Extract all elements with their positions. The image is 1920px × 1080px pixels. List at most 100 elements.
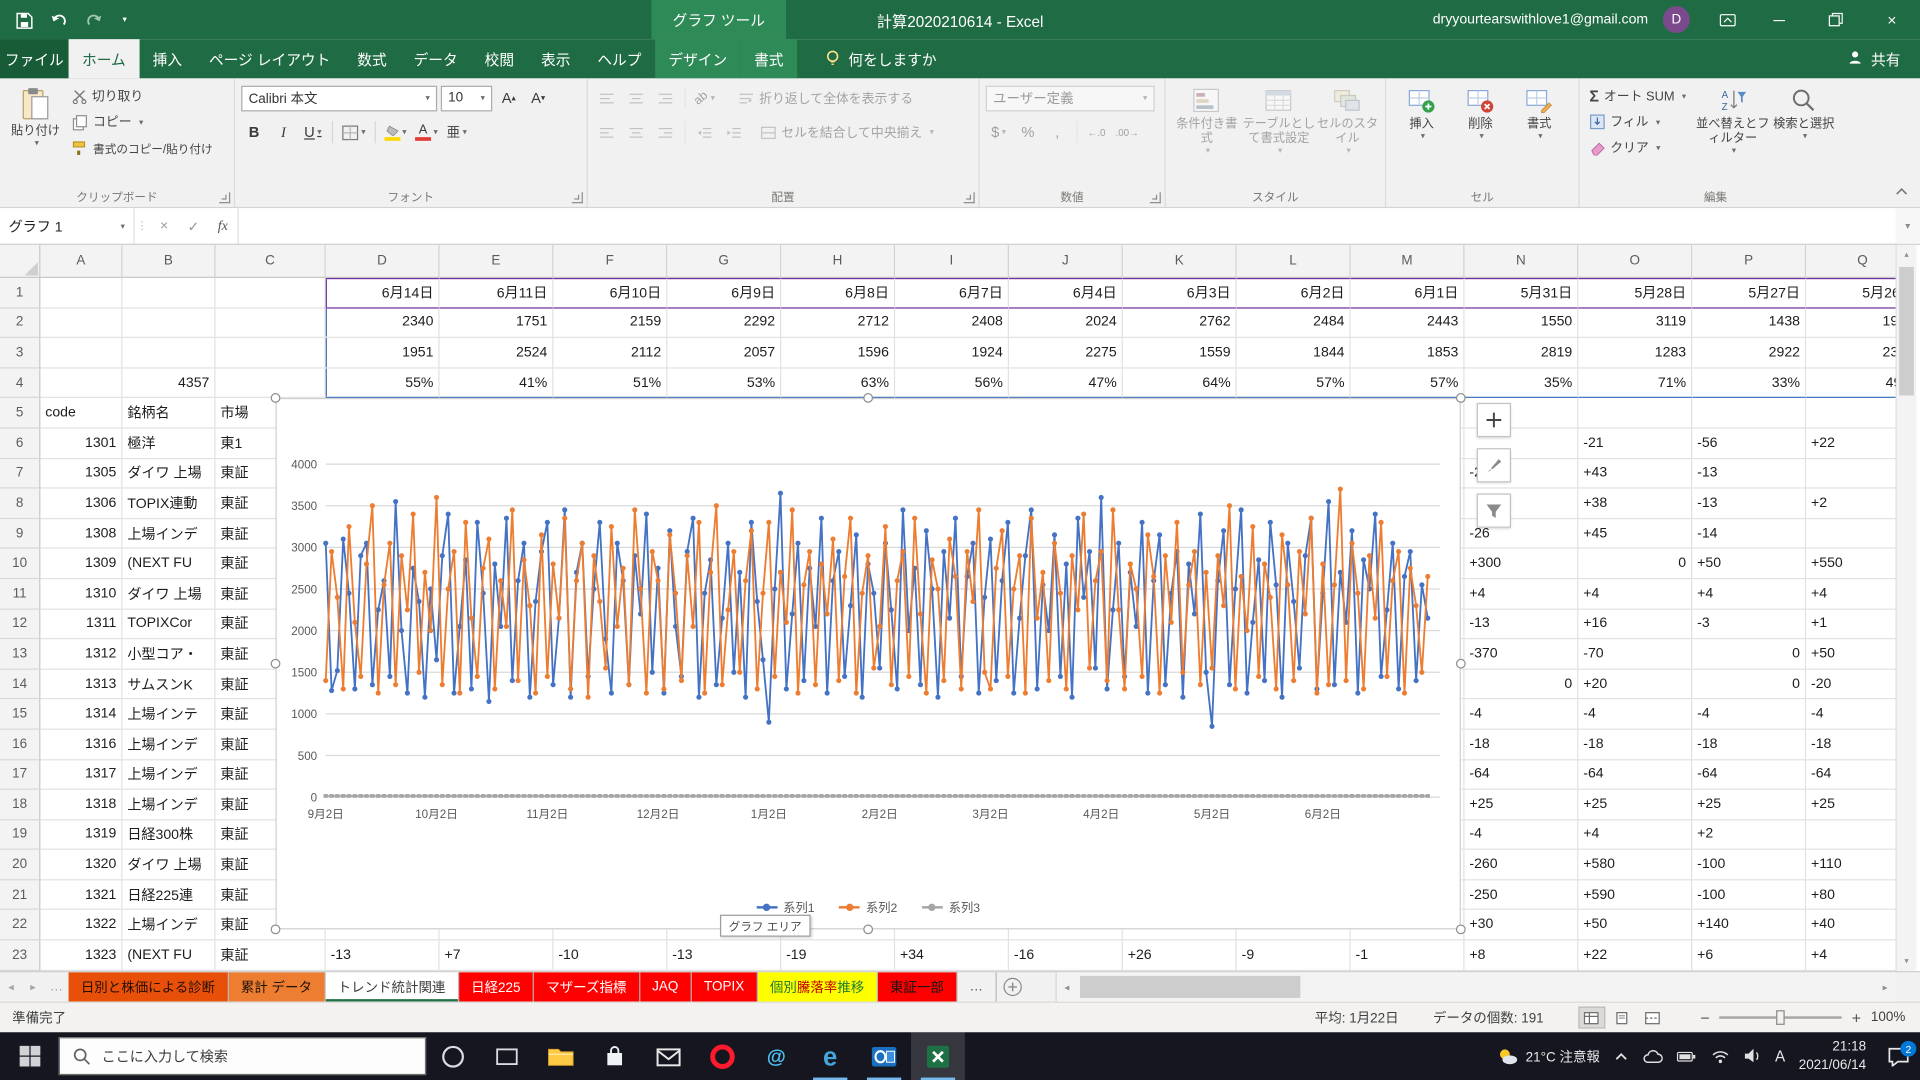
row-header-11[interactable]: 11: [0, 579, 40, 609]
dialog-launcher-clipboard[interactable]: [219, 192, 230, 203]
cell-Q15[interactable]: -4: [1806, 700, 1895, 730]
cell-P20[interactable]: -100: [1692, 850, 1806, 880]
column-header-K[interactable]: K: [1123, 245, 1237, 278]
opera-icon[interactable]: [696, 1032, 750, 1080]
tab-ヘルプ[interactable]: ヘルプ: [584, 39, 655, 78]
cell-G23[interactable]: -13: [667, 940, 781, 970]
copy-button[interactable]: コピー▾: [67, 109, 216, 135]
cell-P15[interactable]: -4: [1692, 700, 1806, 730]
cell-B7[interactable]: ダイワ 上場: [122, 459, 215, 489]
column-header-C[interactable]: C: [216, 245, 326, 278]
column-header-F[interactable]: F: [553, 245, 667, 278]
cell-P4[interactable]: 33%: [1692, 368, 1806, 398]
cell-I1[interactable]: 6月7日: [895, 278, 1009, 308]
tab-書式[interactable]: 書式: [741, 39, 797, 78]
cell-N22[interactable]: +30: [1464, 910, 1578, 940]
format-painter-button[interactable]: 書式のコピー/貼り付け: [67, 135, 216, 161]
cell-A18[interactable]: 1318: [40, 790, 122, 820]
cell-A4[interactable]: [40, 368, 122, 398]
find-select-button[interactable]: 検索と選択▾: [1771, 83, 1837, 142]
cell-J3[interactable]: 2275: [1009, 338, 1123, 368]
hidden-icons-chevron-icon[interactable]: [1613, 1050, 1628, 1062]
cell-A17[interactable]: 1317: [40, 760, 122, 790]
cell-A2[interactable]: [40, 308, 122, 338]
notification-center-button[interactable]: 2: [1887, 1046, 1910, 1067]
ime-mode-indicator[interactable]: A: [1775, 1048, 1785, 1065]
borders-button[interactable]: ▾: [339, 119, 368, 145]
cell-P2[interactable]: 1438: [1692, 308, 1806, 338]
cell-B16[interactable]: 上場インデ: [122, 730, 215, 760]
cell-O3[interactable]: 1283: [1578, 338, 1692, 368]
wrap-text-button[interactable]: 折り返して全体を表示する: [733, 89, 918, 107]
sheet-tab-マザーズ指標[interactable]: マザーズ指標: [534, 972, 640, 1001]
shrink-font-button[interactable]: A▾: [525, 85, 551, 111]
cell-Q16[interactable]: -18: [1806, 730, 1895, 760]
cell-O7[interactable]: +43: [1578, 459, 1692, 489]
cell-Q14[interactable]: -20: [1806, 669, 1895, 699]
cell-N16[interactable]: -18: [1464, 730, 1578, 760]
cell-C3[interactable]: [216, 338, 326, 368]
excel-taskbar-icon[interactable]: [911, 1032, 965, 1080]
cell-Q21[interactable]: +80: [1806, 880, 1895, 910]
task-view-button[interactable]: [480, 1032, 534, 1080]
cell-B21[interactable]: 日経225連: [122, 880, 215, 910]
bold-button[interactable]: B: [241, 119, 267, 145]
cell-P9[interactable]: -14: [1692, 519, 1806, 549]
sheet-overflow-indicator[interactable]: …: [44, 972, 68, 1001]
share-button[interactable]: 共有: [1827, 39, 1920, 78]
sheet-tab-トレンド統計関連[interactable]: トレンド統計関連: [325, 972, 458, 1001]
clear-button[interactable]: クリア▾: [1586, 135, 1690, 161]
zoom-slider-thumb[interactable]: [1776, 1010, 1785, 1025]
cell-N23[interactable]: +8: [1464, 940, 1578, 970]
row-header-18[interactable]: 18: [0, 790, 40, 820]
sheet-tab-…[interactable]: …: [957, 972, 996, 1001]
chart-handle-top-right[interactable]: [1456, 393, 1466, 403]
cell-D2[interactable]: 2340: [326, 308, 440, 338]
row-header-10[interactable]: 10: [0, 549, 40, 579]
orientation-button[interactable]: ab▾: [692, 85, 718, 111]
cell-B13[interactable]: 小型コア・: [122, 639, 215, 669]
edge-icon[interactable]: e: [803, 1032, 857, 1080]
cell-P18[interactable]: +25: [1692, 790, 1806, 820]
cell-M4[interactable]: 57%: [1351, 368, 1465, 398]
cell-J1[interactable]: 6月4日: [1009, 278, 1123, 308]
sort-filter-button[interactable]: AZ 並べ替えとフィルター▾: [1695, 83, 1771, 157]
cell-O23[interactable]: +22: [1578, 940, 1692, 970]
row-header-13[interactable]: 13: [0, 639, 40, 669]
formula-input[interactable]: [238, 208, 1896, 244]
vertical-scrollbar[interactable]: ▴ ▾: [1896, 245, 1917, 971]
cell-K3[interactable]: 1559: [1123, 338, 1237, 368]
cell-N13[interactable]: -370: [1464, 639, 1578, 669]
conditional-formatting-button[interactable]: 条件付き書式▾: [1172, 83, 1242, 157]
cell-B14[interactable]: サムスンK: [122, 669, 215, 699]
cell-Q12[interactable]: +1: [1806, 609, 1895, 639]
cell-Q1[interactable]: 5月26日: [1806, 278, 1895, 308]
fill-button[interactable]: フィル▾: [1586, 109, 1690, 135]
cell-A9[interactable]: 1308: [40, 519, 122, 549]
cell-A16[interactable]: 1316: [40, 730, 122, 760]
cell-F3[interactable]: 2112: [553, 338, 667, 368]
tab-デザイン[interactable]: デザイン: [655, 39, 741, 78]
font-size-select[interactable]: 10▾: [441, 85, 492, 111]
cell-H3[interactable]: 1596: [781, 338, 895, 368]
minimize-button[interactable]: ─: [1751, 0, 1807, 39]
cell-Q22[interactable]: +40: [1806, 910, 1895, 940]
cell-N2[interactable]: 1550: [1464, 308, 1578, 338]
cell-P7[interactable]: -13: [1692, 459, 1806, 489]
namebox-splitter-icon[interactable]: ⋮: [135, 208, 150, 244]
increase-decimal-button[interactable]: ←.0: [1084, 119, 1110, 145]
align-left-button[interactable]: [594, 119, 620, 145]
cell-B10[interactable]: (NEXT FU: [122, 549, 215, 579]
scroll-up-icon[interactable]: ▴: [1897, 245, 1917, 265]
cell-P10[interactable]: +50: [1692, 549, 1806, 579]
increase-indent-button[interactable]: [721, 119, 747, 145]
outlook-icon[interactable]: [857, 1032, 911, 1080]
cell-P12[interactable]: -3: [1692, 609, 1806, 639]
cell-B17[interactable]: 上場インデ: [122, 760, 215, 790]
cell-E2[interactable]: 1751: [440, 308, 554, 338]
cell-D3[interactable]: 1951: [326, 338, 440, 368]
cell-K2[interactable]: 2762: [1123, 308, 1237, 338]
chart-handle-mid-left[interactable]: [271, 659, 281, 669]
weather-status[interactable]: 21°C 注意報: [1496, 1046, 1600, 1066]
cell-O13[interactable]: -70: [1578, 639, 1692, 669]
